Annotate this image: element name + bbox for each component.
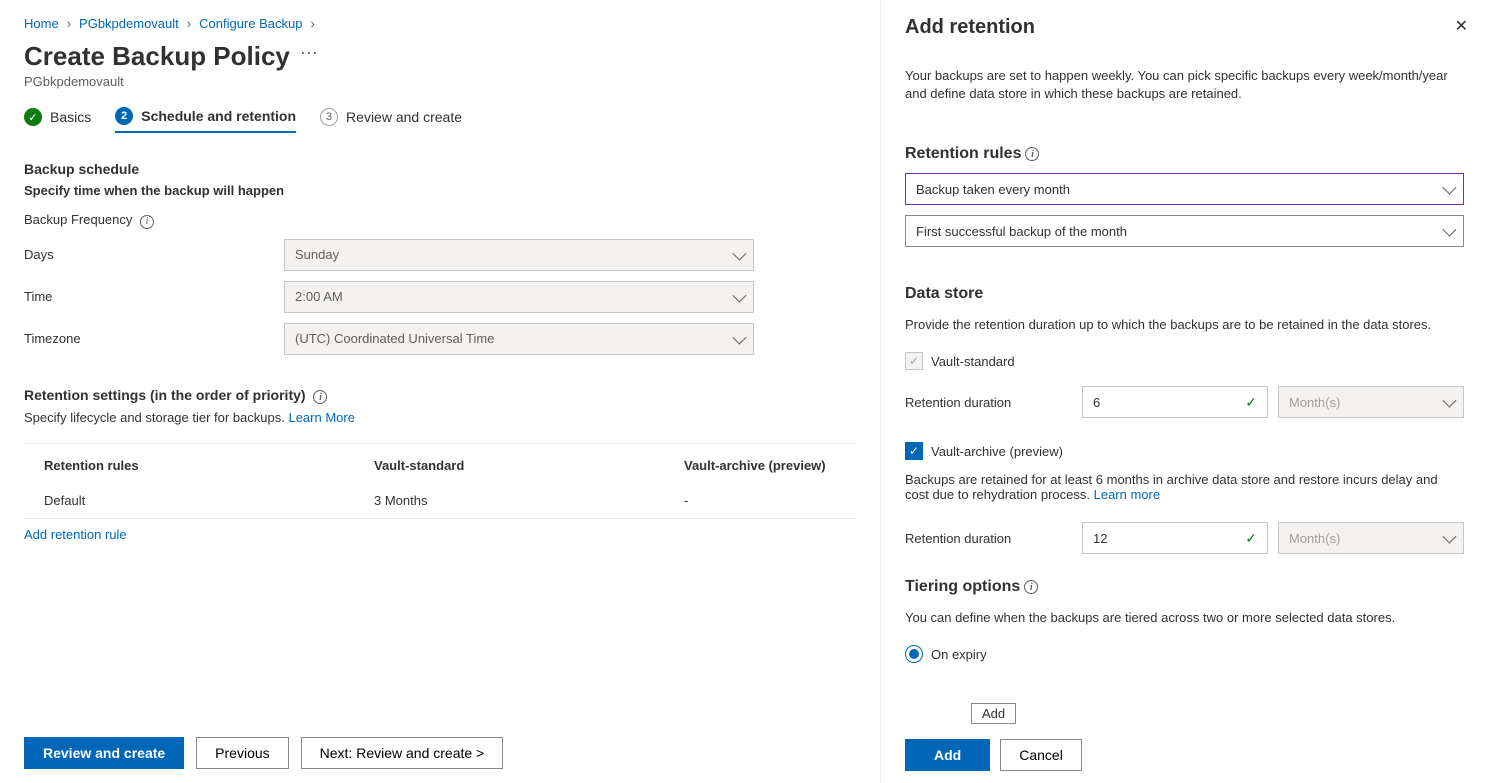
info-icon[interactable]: i [1025,147,1039,161]
panel-description: Your backups are set to happen weekly. Y… [905,67,1464,103]
learn-more-link[interactable]: Learn more [1094,487,1160,502]
retention-unit-arc-value: Month(s) [1289,531,1340,546]
vault-archive-checkbox[interactable]: ✓ [905,442,923,460]
retention-duration-arc-value: 12 [1093,531,1107,546]
retention-duration-std-value: 6 [1093,395,1100,410]
time-select[interactable]: 2:00 AM [284,281,754,313]
days-value: Sunday [295,247,339,262]
data-store-title: Data store [905,285,1464,303]
vault-archive-label: Vault-archive (preview) [931,444,1063,459]
header-vault-standard: Vault-standard [374,458,684,473]
step-number-icon: 2 [115,107,133,125]
cell-vault-standard: 3 Months [374,493,684,508]
previous-button[interactable]: Previous [196,737,288,769]
step-schedule[interactable]: 2 Schedule and retention [115,107,296,133]
retention-duration-std-input[interactable]: 6 ✓ [1082,386,1268,418]
backup-frequency-label: Backup Frequency i [24,212,284,229]
retention-duration-arc-label: Retention duration [905,531,1072,546]
breadcrumb: Home › PGbkpdemovault › Configure Backup… [24,16,856,31]
check-icon: ✓ [1245,394,1257,411]
add-button[interactable]: Add [905,739,990,771]
step-label: Review and create [346,109,462,125]
days-label: Days [24,247,284,262]
retention-unit-std-value: Month(s) [1289,395,1340,410]
retention-pick-select[interactable]: First successful backup of the month [905,215,1464,247]
retention-table-header: Retention rules Vault-standard Vault-arc… [24,443,856,483]
vault-archive-description: Backups are retained for at least 6 mont… [905,472,1464,502]
panel-title: Add retention [905,16,1464,39]
info-icon[interactable]: i [140,215,154,229]
learn-more-link[interactable]: Learn More [288,410,354,425]
radio-dot-icon [909,649,919,659]
timezone-value: (UTC) Coordinated Universal Time [295,331,494,346]
chevron-down-icon [1442,394,1456,408]
retention-frequency-select[interactable]: Backup taken every month [905,173,1464,205]
cell-rules: Default [24,493,374,508]
page-title: Create Backup Policy [24,41,290,72]
step-review[interactable]: 3 Review and create [320,107,462,133]
wizard-footer: Review and create Previous Next: Review … [24,723,856,783]
check-icon: ✓ [1245,530,1257,547]
header-rules: Retention rules [24,458,374,473]
section-title-retention: Retention settings (in the order of prio… [24,387,856,405]
retention-duration-std-label: Retention duration [905,395,1072,410]
header-vault-archive: Vault-archive (preview) [684,458,856,473]
chevron-right-icon: › [183,16,195,31]
chevron-down-icon [732,246,746,260]
time-label: Time [24,289,284,304]
on-expiry-label: On expiry [931,647,987,662]
breadcrumb-vault[interactable]: PGbkpdemovault [79,16,179,31]
step-label: Schedule and retention [141,108,296,124]
retention-frequency-value: Backup taken every month [916,182,1070,197]
chevron-right-icon: › [306,16,318,31]
retention-unit-arc-select[interactable]: Month(s) [1278,522,1464,554]
step-basics[interactable]: ✓ Basics [24,107,91,133]
time-value: 2:00 AM [295,289,343,304]
more-actions-icon[interactable]: ··· [300,42,318,63]
section-subtitle-retention: Specify lifecycle and storage tier for b… [24,410,856,425]
timezone-label: Timezone [24,331,284,346]
breadcrumb-configure[interactable]: Configure Backup [199,16,302,31]
retention-pick-value: First successful backup of the month [916,224,1127,239]
add-tooltip: Add [971,703,1016,724]
data-store-description: Provide the retention duration up to whi… [905,317,1464,332]
timezone-select[interactable]: (UTC) Coordinated Universal Time [284,323,754,355]
days-select[interactable]: Sunday [284,239,754,271]
close-icon[interactable]: ✕ [1455,16,1468,36]
retention-duration-arc-input[interactable]: 12 ✓ [1082,522,1268,554]
step-label: Basics [50,109,91,125]
retention-unit-std-select[interactable]: Month(s) [1278,386,1464,418]
tiering-options-title: Tiering options i [905,578,1464,596]
chevron-down-icon [1442,181,1456,195]
cell-vault-archive: - [684,493,856,508]
chevron-down-icon [732,288,746,302]
chevron-down-icon [1442,530,1456,544]
vault-standard-checkbox: ✓ [905,352,923,370]
breadcrumb-home[interactable]: Home [24,16,59,31]
chevron-down-icon [1442,223,1456,237]
chevron-down-icon [732,330,746,344]
vault-standard-label: Vault-standard [931,354,1015,369]
section-subtitle-schedule: Specify time when the backup will happen [24,183,856,198]
info-icon[interactable]: i [313,390,327,404]
chevron-right-icon: › [63,16,75,31]
on-expiry-radio[interactable] [905,645,923,663]
page-subtitle: PGbkpdemovault [24,74,856,89]
check-circle-icon: ✓ [24,108,42,126]
info-icon[interactable]: i [1024,580,1038,594]
add-retention-rule-link[interactable]: Add retention rule [24,527,127,542]
panel-footer: Add Add Cancel [905,727,1464,783]
wizard-stepper: ✓ Basics 2 Schedule and retention 3 Revi… [24,107,856,133]
next-button[interactable]: Next: Review and create > [301,737,504,769]
step-number-icon: 3 [320,108,338,126]
section-title-schedule: Backup schedule [24,161,856,177]
tiering-options-description: You can define when the backups are tier… [905,610,1464,625]
retention-table-row: Default 3 Months - [24,483,856,519]
cancel-button[interactable]: Cancel [1000,739,1082,771]
review-and-create-button[interactable]: Review and create [24,737,184,769]
retention-rules-title: Retention rules i [905,145,1464,163]
